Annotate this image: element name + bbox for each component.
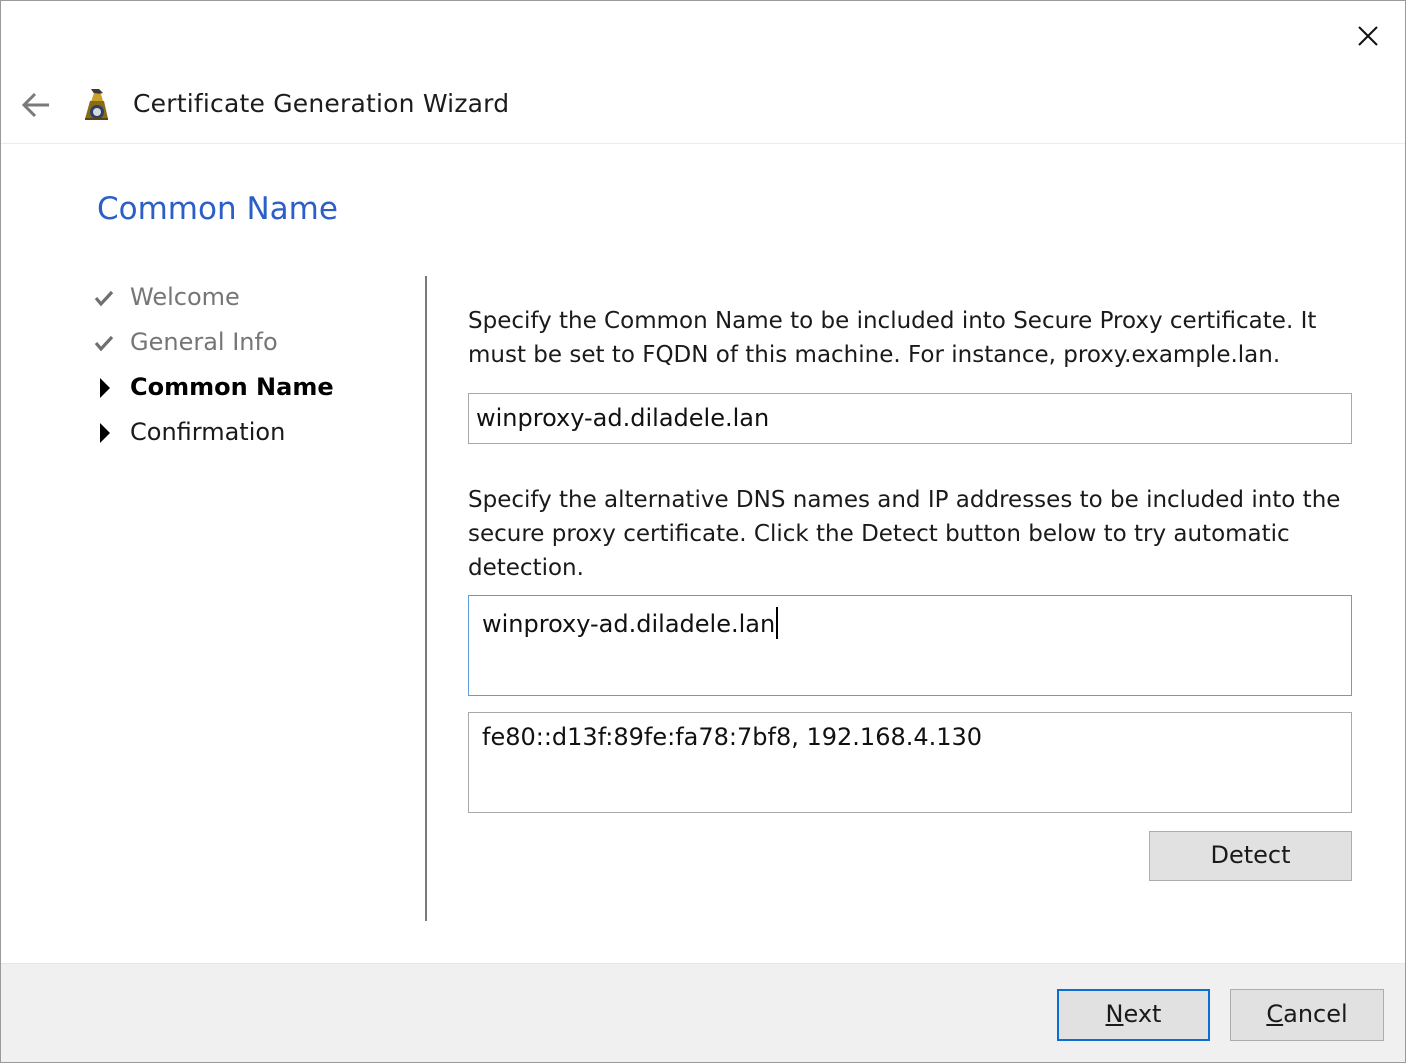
back-button[interactable] <box>15 87 55 123</box>
triangle-right-icon <box>93 377 117 401</box>
cancel-label-rest: ancel <box>1283 1000 1348 1028</box>
step-general-info: General Info <box>93 326 413 371</box>
alt-names-description: Specify the alternative DNS names and IP… <box>468 487 1341 581</box>
step-label: General Info <box>130 328 278 356</box>
common-name-input[interactable]: winproxy-ad.diladele.lan <box>468 393 1352 444</box>
step-common-name: Common Name <box>93 371 413 416</box>
dns-names-textarea[interactable]: winproxy-ad.diladele.lan <box>468 595 1352 696</box>
title-bar: Certificate Generation Wizard <box>1 71 1405 144</box>
next-mnemonic: N <box>1105 1000 1124 1028</box>
checkmark-icon <box>93 332 117 356</box>
close-button[interactable] <box>1341 13 1393 57</box>
cancel-button[interactable]: Cancel <box>1230 989 1384 1041</box>
detect-button[interactable]: Detect <box>1149 831 1352 881</box>
steps-divider <box>425 276 427 921</box>
ip-addresses-value: fe80::d13f:89fe:fa78:7bf8, 192.168.4.130 <box>482 723 983 751</box>
ip-addresses-textarea[interactable]: fe80::d13f:89fe:fa78:7bf8, 192.168.4.130 <box>468 712 1352 813</box>
step-label: Confirmation <box>130 418 286 446</box>
next-button[interactable]: Next <box>1057 989 1210 1041</box>
app-icon <box>81 87 113 123</box>
checkmark-icon <box>93 287 117 311</box>
text-caret <box>776 607 779 639</box>
cancel-mnemonic: C <box>1266 1000 1284 1028</box>
common-name-value: winproxy-ad.diladele.lan <box>476 404 770 432</box>
dns-names-value: winproxy-ad.diladele.lan <box>482 610 776 638</box>
cancel-label: Cancel <box>1266 990 1347 1039</box>
triangle-right-icon <box>93 422 117 446</box>
step-confirmation: Confirmation <box>93 416 413 461</box>
back-arrow-icon <box>21 92 49 118</box>
next-label-rest: ext <box>1123 1000 1162 1028</box>
next-label: Next <box>1106 991 1162 1038</box>
close-icon <box>1358 26 1378 46</box>
page-title: Common Name <box>97 191 338 227</box>
common-name-description: Specify the Common Name to be included i… <box>468 308 1317 368</box>
step-welcome: Welcome <box>93 281 413 326</box>
wizard-steps: Welcome General Info Common Name Confirm… <box>93 281 413 461</box>
wizard-window: Certificate Generation Wizard Common Nam… <box>0 0 1406 1063</box>
window-title: Certificate Generation Wizard <box>133 89 510 118</box>
step-label: Welcome <box>130 283 240 311</box>
wizard-footer: Next Cancel <box>1 963 1405 1062</box>
detect-label: Detect <box>1210 841 1291 869</box>
step-label: Common Name <box>130 373 334 401</box>
